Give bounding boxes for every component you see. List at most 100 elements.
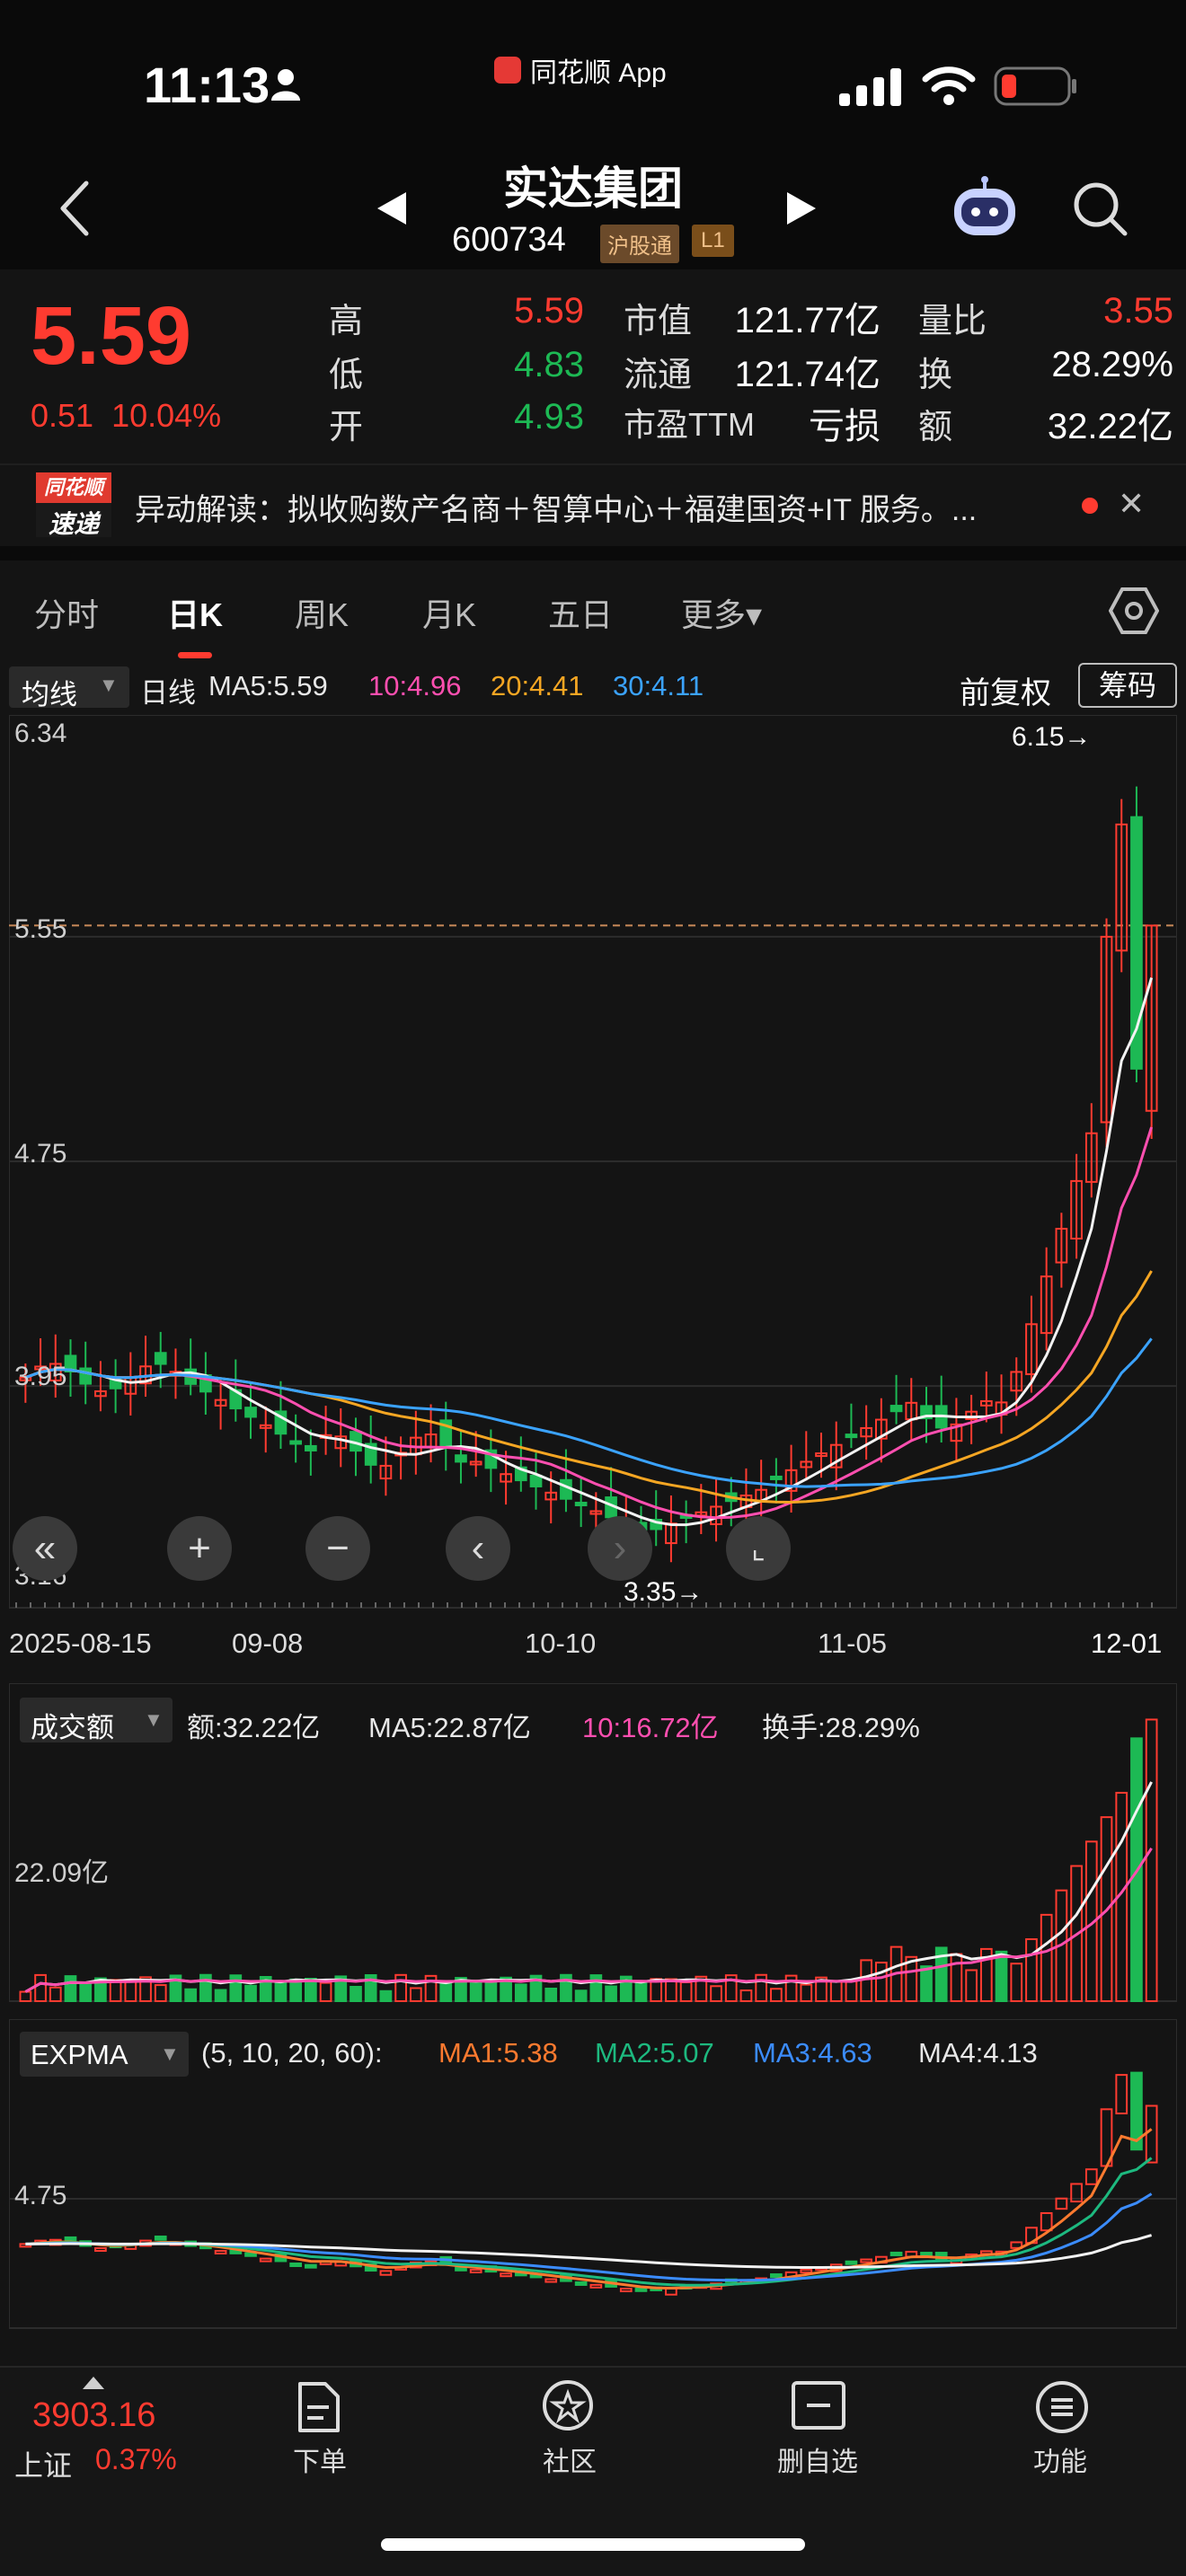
fast-back-icon[interactable]: « bbox=[13, 1516, 77, 1581]
float-cap-label: 流通 bbox=[624, 357, 693, 394]
active-tab-indicator bbox=[178, 652, 212, 658]
candlestick-chart[interactable] bbox=[9, 715, 1177, 1613]
price-gridlines bbox=[9, 715, 1177, 1608]
scroll-left-icon[interactable]: ‹ bbox=[446, 1516, 510, 1581]
expma-candle bbox=[94, 2247, 107, 2253]
market-cap-label: 市值 bbox=[624, 303, 693, 340]
open-label: 开 bbox=[329, 409, 364, 446]
volume-bar bbox=[394, 1973, 407, 2003]
volume-bar bbox=[49, 1986, 62, 2002]
expma-chart[interactable] bbox=[9, 2019, 1177, 2333]
nav-remove-watchlist-label[interactable]: 删自选 bbox=[746, 2439, 890, 2479]
nav-order-label[interactable]: 下单 bbox=[248, 2439, 392, 2479]
volume-bar bbox=[965, 1969, 978, 2002]
expma-candle bbox=[890, 2251, 903, 2256]
expma-candle bbox=[1055, 2197, 1068, 2210]
fullscreen-icon[interactable]: ⌞ bbox=[726, 1516, 791, 1581]
ma10-legend: 10:4.96 bbox=[368, 670, 462, 701]
tab-weekly-k[interactable]: 周K bbox=[295, 589, 349, 636]
expma-candles bbox=[19, 2071, 1158, 2296]
tab-daily-k[interactable]: 日K bbox=[167, 589, 223, 636]
expma-20-line bbox=[25, 2192, 1153, 2282]
y-label-2: 5.55 bbox=[14, 914, 67, 944]
search-icon[interactable] bbox=[1071, 180, 1128, 237]
person-icon bbox=[271, 69, 300, 101]
turnover-rate-label: 换 bbox=[918, 357, 953, 394]
zoom-out-icon[interactable]: − bbox=[305, 1516, 370, 1581]
volume-bar bbox=[1010, 1963, 1023, 2002]
expma-candle bbox=[589, 2283, 603, 2289]
volume-bar bbox=[1025, 1938, 1038, 2002]
volume-bar bbox=[514, 1983, 527, 2003]
volume-bar bbox=[124, 1980, 137, 2002]
expma-candle bbox=[665, 2288, 677, 2296]
expma-y-label: 4.75 bbox=[14, 2181, 67, 2210]
high-label: 高 bbox=[329, 303, 364, 340]
chip-distribution-button[interactable]: 筹码 bbox=[1078, 663, 1177, 708]
volume-bar bbox=[214, 1989, 227, 2002]
y-label-top: 6.34 bbox=[14, 719, 67, 748]
open-value: 4.93 bbox=[514, 397, 584, 437]
volume-bar bbox=[379, 1989, 393, 2003]
menu-list-icon[interactable] bbox=[1033, 2378, 1091, 2436]
change-pct: 10.04% bbox=[111, 397, 222, 434]
market-cap-value: 121.77亿 bbox=[734, 301, 881, 340]
expma-candle bbox=[544, 2278, 558, 2283]
tab-monthly-k[interactable]: 月K bbox=[422, 589, 476, 636]
candle-body bbox=[305, 1444, 317, 1451]
index-up-arrow-icon bbox=[83, 2377, 104, 2389]
zoom-in-icon[interactable]: + bbox=[167, 1516, 232, 1581]
home-indicator bbox=[381, 2538, 805, 2551]
volume-bar bbox=[679, 1981, 693, 2003]
scroll-right-icon[interactable]: › bbox=[588, 1516, 652, 1581]
expma-candle bbox=[860, 2258, 872, 2263]
remove-watchlist-icon[interactable] bbox=[791, 2380, 846, 2430]
volume-bar bbox=[665, 1978, 677, 2002]
ai-assistant-robot-icon[interactable] bbox=[949, 176, 1021, 241]
volume-bar bbox=[484, 1980, 498, 2002]
ma-dropdown[interactable]: 均线 ▼ bbox=[9, 666, 129, 710]
date-label-4: 11-05 bbox=[818, 1628, 887, 1659]
turnover-rate-value: 28.29% bbox=[1051, 345, 1173, 384]
news-close-icon[interactable]: ✕ bbox=[1118, 485, 1145, 523]
date-label-2: 09-08 bbox=[232, 1628, 304, 1659]
ma10-line bbox=[24, 1126, 1154, 1520]
community-star-icon[interactable] bbox=[539, 2378, 597, 2436]
float-cap-value: 121.74亿 bbox=[734, 355, 881, 394]
expma-candle bbox=[244, 2252, 257, 2257]
tab-more[interactable]: 更多▾ bbox=[681, 589, 762, 636]
low-label: 低 bbox=[329, 357, 364, 394]
date-label-1: 2025-08-15 bbox=[9, 1628, 152, 1659]
volume-ratio-label: 量比 bbox=[918, 303, 987, 340]
news-text[interactable]: 异动解读：拟收购数产名商＋智算中心＋福建国资+IT 服务。... bbox=[135, 485, 977, 529]
order-doc-icon[interactable] bbox=[293, 2380, 343, 2434]
expma-candle bbox=[619, 2288, 633, 2293]
tab-intraday[interactable]: 分时 bbox=[34, 589, 99, 636]
app-logo-icon bbox=[494, 57, 521, 84]
candle-body bbox=[574, 1501, 588, 1506]
nav-community-label[interactable]: 社区 bbox=[498, 2439, 642, 2479]
volume-bar bbox=[1040, 1913, 1053, 2002]
volume-chart[interactable] bbox=[9, 1683, 1177, 2007]
volume-bar bbox=[995, 1950, 1008, 2002]
volume-ma-lines bbox=[24, 1781, 1153, 1993]
candle-body bbox=[455, 1454, 467, 1463]
volume-ma10-line bbox=[24, 1847, 1153, 1993]
volume-bar bbox=[755, 1973, 768, 2002]
volume-bar bbox=[274, 1981, 288, 2003]
clock: 11:13 bbox=[144, 57, 270, 113]
candles bbox=[19, 786, 1158, 1563]
nav-functions-label[interactable]: 功能 bbox=[988, 2439, 1132, 2479]
index-change: 0.37% bbox=[95, 2443, 177, 2475]
expma-candle bbox=[455, 2266, 467, 2272]
chart-settings-icon[interactable] bbox=[1109, 586, 1159, 636]
volume-bar bbox=[634, 1981, 648, 2003]
expma-candle bbox=[800, 2269, 813, 2274]
tab-five-day[interactable]: 五日 bbox=[548, 589, 613, 636]
index-value[interactable]: 3903.16 bbox=[32, 2396, 155, 2435]
back-to-app-pill[interactable]: 同花顺 App bbox=[494, 50, 667, 90]
change-abs: 0.51 bbox=[31, 397, 94, 434]
volume-bar bbox=[154, 1984, 167, 2002]
adjust-mode-button[interactable]: 前复权 bbox=[960, 668, 1051, 712]
ma-lines bbox=[24, 977, 1154, 1527]
